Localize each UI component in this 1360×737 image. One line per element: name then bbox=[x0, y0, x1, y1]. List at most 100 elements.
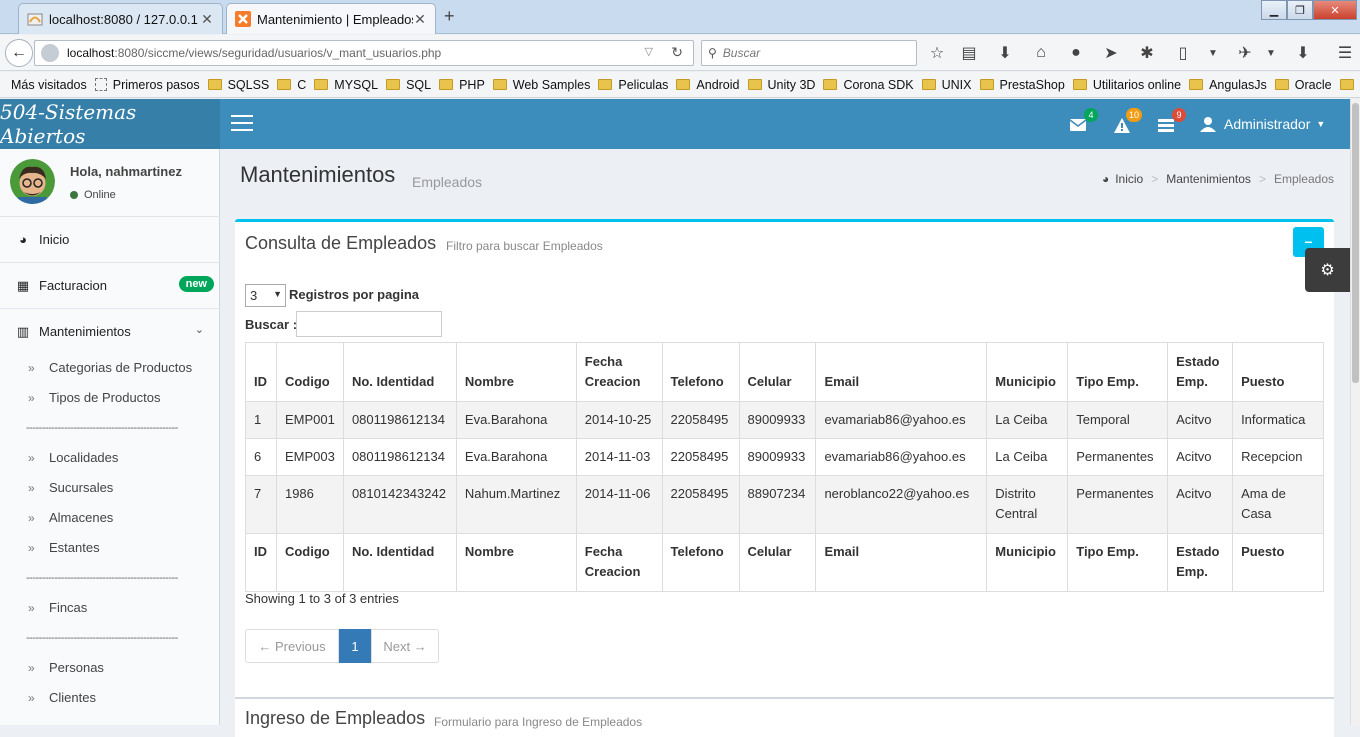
bookmark-folder[interactable]: C bbox=[1340, 78, 1360, 92]
reading-list-icon[interactable]: ▤ bbox=[958, 42, 980, 64]
table-cell: neroblanco22@yahoo.es bbox=[816, 476, 987, 534]
table-cell: La Ceiba bbox=[987, 402, 1068, 439]
search-icon: ⚲ bbox=[708, 46, 717, 60]
sidebar-subitem-sucursales[interactable]: »Sucursales bbox=[28, 480, 113, 495]
phpmyadmin-favicon-icon bbox=[27, 11, 43, 27]
chevron-down-icon[interactable]: ▼ bbox=[1260, 42, 1282, 64]
maximize-button[interactable]: ❐ bbox=[1287, 0, 1313, 20]
home-icon[interactable]: ⌂ bbox=[1030, 42, 1052, 64]
sidebar-toggle-icon[interactable] bbox=[231, 115, 253, 133]
column-header[interactable]: Celular bbox=[739, 343, 816, 402]
page-length-select[interactable]: 3 ▼ bbox=[245, 284, 286, 307]
bookmark-folder[interactable]: SQLSS bbox=[208, 78, 270, 92]
column-header[interactable]: Telefono bbox=[662, 343, 739, 402]
sidebar-subitem-categorias[interactable]: »Categorias de Productos bbox=[28, 360, 192, 375]
bookmark-item[interactable]: Más visitados bbox=[11, 78, 87, 92]
bookmark-folder[interactable]: AngulasJs bbox=[1189, 78, 1267, 92]
table-row[interactable]: 7 1986 0810142343242 Nahum.Martinez 2014… bbox=[246, 476, 1324, 534]
sidebar-item-inicio[interactable]: ◕ Inicio bbox=[0, 216, 220, 262]
table-row[interactable]: 6 EMP003 0801198612134 Eva.Barahona 2014… bbox=[246, 439, 1324, 476]
double-chevron-icon: » bbox=[28, 601, 42, 615]
page-scrollbar[interactable] bbox=[1350, 99, 1360, 725]
bookmark-folder[interactable]: Corona SDK bbox=[823, 78, 913, 92]
clipboard-icon[interactable]: ▯ bbox=[1172, 42, 1194, 64]
chat-icon[interactable]: ● bbox=[1065, 42, 1087, 64]
sidebar-subitem-almacenes[interactable]: »Almacenes bbox=[28, 510, 113, 525]
browser-tab-phpmyadmin[interactable]: localhost:8080 / 127.0.0.1 / ... ✕ bbox=[18, 3, 223, 34]
tasks-button[interactable]: 9 bbox=[1156, 115, 1176, 135]
sidebar-subitem-label: Localidades bbox=[49, 450, 118, 465]
bookmark-folder[interactable]: Web Samples bbox=[493, 78, 591, 92]
bookmark-item[interactable]: Primeros pasos bbox=[95, 78, 200, 92]
table-cell: 0801198612134 bbox=[343, 402, 456, 439]
bookmark-folder[interactable]: MYSQL bbox=[314, 78, 378, 92]
table-search-input[interactable] bbox=[296, 311, 442, 337]
column-header[interactable]: Email bbox=[816, 343, 987, 402]
sidebar-subitem-localidades[interactable]: »Localidades bbox=[28, 450, 118, 465]
bookmark-folder[interactable]: PrestaShop bbox=[980, 78, 1065, 92]
menu-icon[interactable]: ☰ bbox=[1334, 42, 1356, 64]
next-page-button[interactable]: Next → bbox=[371, 629, 439, 663]
search-bar[interactable]: ⚲ Buscar bbox=[701, 40, 917, 66]
folder-icon bbox=[1340, 79, 1354, 90]
browser-tab-empleados[interactable]: Mantenimiento | Empleados ✕ bbox=[226, 3, 436, 34]
column-header[interactable]: Tipo Emp. bbox=[1068, 343, 1168, 402]
save-page-icon[interactable]: ⬇ bbox=[1292, 42, 1314, 64]
column-header[interactable]: Nombre bbox=[456, 343, 576, 402]
reload-icon[interactable]: ↻ bbox=[671, 44, 683, 61]
column-header[interactable]: Fecha Creacion bbox=[576, 343, 662, 402]
bookmark-folder[interactable]: C bbox=[277, 78, 306, 92]
app-logo[interactable]: 504-Sistemas Abiertos bbox=[0, 99, 220, 149]
bookmark-folder[interactable]: SQL bbox=[386, 78, 431, 92]
column-header[interactable]: Municipio bbox=[987, 343, 1068, 402]
new-tab-button[interactable]: + bbox=[444, 6, 455, 27]
download-icon[interactable]: ⬇ bbox=[994, 42, 1016, 64]
scrollbar-thumb[interactable] bbox=[1352, 103, 1359, 383]
column-header[interactable]: Puesto bbox=[1233, 343, 1324, 402]
sidebar-item-facturacion[interactable]: ▦ Facturacion new bbox=[0, 262, 220, 308]
send-icon[interactable]: ➤ bbox=[1100, 42, 1122, 64]
bookmark-folder[interactable]: UNIX bbox=[922, 78, 972, 92]
dashboard-icon: ◕ bbox=[1102, 172, 1109, 186]
bookmark-star-icon[interactable]: ☆ bbox=[926, 42, 948, 64]
sidebar-item-mantenimientos[interactable]: ▥ Mantenimientos ⌄ bbox=[0, 308, 220, 354]
sidebar-subitem-fincas[interactable]: »Fincas bbox=[28, 600, 87, 615]
dropdown-arrow-icon[interactable]: ▽ bbox=[645, 45, 653, 58]
double-chevron-icon: » bbox=[28, 391, 42, 405]
bookmark-folder[interactable]: Unity 3D bbox=[748, 78, 816, 92]
table-cell: Informatica bbox=[1233, 402, 1324, 439]
sidebar-subitem-estantes[interactable]: »Estantes bbox=[28, 540, 100, 555]
close-tab-icon[interactable]: ✕ bbox=[200, 11, 214, 28]
bookmark-folder[interactable]: Android bbox=[676, 78, 739, 92]
extension-icon[interactable]: ✈ bbox=[1234, 42, 1256, 64]
table-row[interactable]: 1 EMP001 0801198612134 Eva.Barahona 2014… bbox=[246, 402, 1324, 439]
sidebar-subitem-clientes[interactable]: »Clientes bbox=[28, 690, 96, 705]
alerts-button[interactable]: 10 bbox=[1112, 115, 1132, 135]
chevron-down-icon[interactable]: ▼ bbox=[1202, 42, 1224, 64]
bookmark-folder[interactable]: Peliculas bbox=[598, 78, 668, 92]
column-header[interactable]: Codigo bbox=[276, 343, 343, 402]
settings-button[interactable]: ⚙ bbox=[1305, 248, 1350, 292]
envelope-icon bbox=[1070, 119, 1086, 131]
breadcrumb-section[interactable]: Mantenimientos bbox=[1166, 172, 1251, 186]
url-bar[interactable]: localhost:8080/siccme/views/seguridad/us… bbox=[34, 40, 694, 66]
bookmark-folder[interactable]: PHP bbox=[439, 78, 485, 92]
pagination: ← Previous 1 Next → bbox=[245, 629, 439, 663]
back-button[interactable]: ← bbox=[5, 39, 33, 67]
minimize-button[interactable]: ▁ bbox=[1261, 0, 1287, 20]
close-window-button[interactable]: ✕ bbox=[1313, 0, 1357, 20]
breadcrumb-home[interactable]: Inicio bbox=[1115, 172, 1143, 186]
column-header[interactable]: Estado Emp. bbox=[1168, 343, 1233, 402]
bookmark-folder[interactable]: Oracle bbox=[1275, 78, 1332, 92]
bookmark-folder[interactable]: Utilitarios online bbox=[1073, 78, 1181, 92]
page-1-button[interactable]: 1 bbox=[339, 629, 371, 663]
sidebar-subitem-personas[interactable]: »Personas bbox=[28, 660, 104, 675]
messages-button[interactable]: 4 bbox=[1068, 115, 1088, 135]
previous-page-button[interactable]: ← Previous bbox=[245, 629, 339, 663]
close-tab-icon[interactable]: ✕ bbox=[413, 11, 427, 28]
addon-icon[interactable]: ✱ bbox=[1136, 42, 1158, 64]
column-header[interactable]: No. Identidad bbox=[343, 343, 456, 402]
column-header[interactable]: ID bbox=[246, 343, 277, 402]
sidebar-subitem-tipos[interactable]: »Tipos de Productos bbox=[28, 390, 161, 405]
user-menu[interactable]: Administrador ▼ bbox=[1200, 99, 1325, 149]
